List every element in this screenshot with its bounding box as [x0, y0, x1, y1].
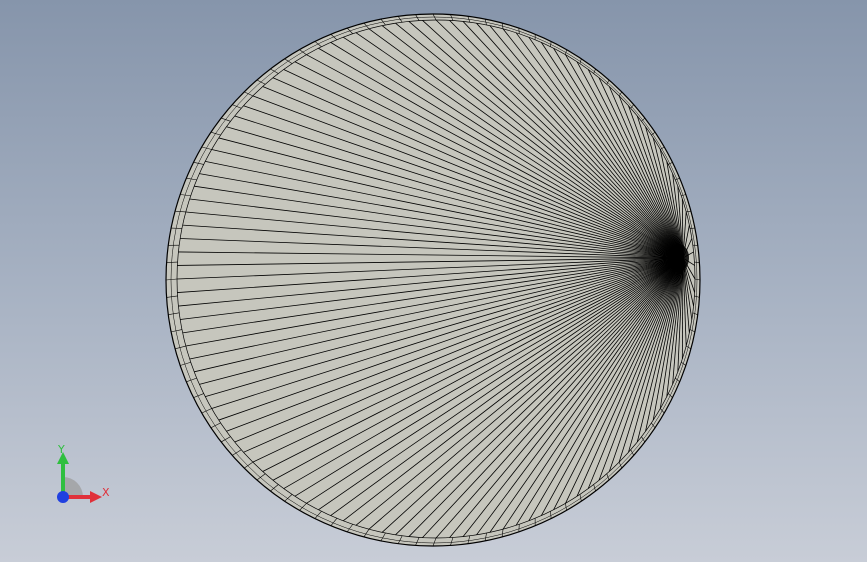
graphics-viewport[interactable]: Y X — [0, 0, 867, 562]
disc-model[interactable] — [165, 13, 701, 547]
fan-convergence-region — [669, 244, 689, 272]
x-axis-head-icon — [90, 491, 102, 503]
x-axis-label: X — [102, 486, 110, 499]
y-axis-label: Y — [58, 443, 65, 456]
z-axis-dot-icon — [57, 491, 69, 503]
view-triad: Y X — [48, 440, 118, 510]
model-view[interactable] — [0, 0, 867, 562]
